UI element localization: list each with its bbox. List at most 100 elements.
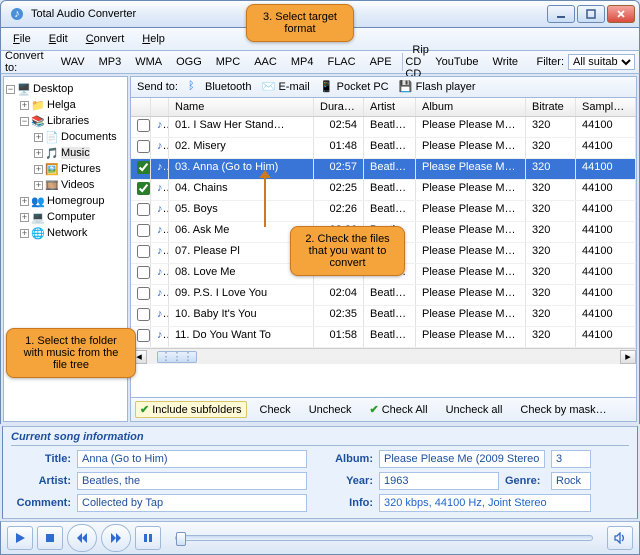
uncheckall-button[interactable]: Uncheck all [441, 402, 508, 418]
info-header: Current song information [11, 431, 629, 446]
libraries-icon: 📚 [31, 114, 45, 128]
table-row[interactable]: 11. Do You Want To01:58Beatles…Please Pl… [131, 327, 636, 348]
sendto-pocketpc[interactable]: 📱Pocket PC [320, 80, 389, 94]
row-checkbox[interactable] [137, 308, 150, 321]
table-row[interactable]: 09. P.S. I Love You02:04Beatles…Please P… [131, 285, 636, 306]
tree-music-node[interactable]: +🎵Music [6, 145, 125, 161]
close-button[interactable] [607, 5, 635, 23]
check-by-mask-button[interactable]: Check by mask… [515, 402, 611, 418]
row-checkbox[interactable] [137, 140, 150, 153]
row-checkbox[interactable] [137, 161, 150, 174]
prev-button[interactable] [67, 524, 97, 552]
checkall-button[interactable]: ✔Check All [364, 401, 432, 418]
list-header: Name Duration Artist Album Bitrate Sampl… [131, 98, 636, 117]
app-icon: ♪ [9, 6, 25, 22]
audio-file-icon [157, 161, 163, 173]
minimize-button[interactable] [547, 5, 575, 23]
callout-1: 1. Select the folder with music from the… [6, 328, 136, 378]
info-year[interactable] [379, 472, 499, 490]
maximize-button[interactable] [577, 5, 605, 23]
audio-file-icon [157, 308, 163, 320]
row-checkbox[interactable] [137, 266, 150, 279]
next-button[interactable] [101, 524, 131, 552]
audio-file-icon [157, 203, 163, 215]
table-row[interactable]: 02. Misery01:48Beatles…Please Please Me … [131, 138, 636, 159]
pause-button[interactable] [135, 526, 161, 550]
info-artist[interactable] [77, 472, 307, 490]
sendto-bar: Send to: ᛒBluetooth ✉️E-mail 📱Pocket PC … [130, 76, 637, 98]
sendto-bluetooth[interactable]: ᛒBluetooth [188, 80, 251, 94]
format-flac[interactable]: FLAC [321, 53, 361, 71]
svg-text:♪: ♪ [14, 8, 20, 20]
info-genre[interactable] [551, 472, 591, 490]
convert-to-label: Convert to: [5, 50, 48, 74]
pocketpc-icon: 📱 [320, 80, 334, 94]
homegroup-icon: 👥 [31, 194, 45, 208]
uncheck-button[interactable]: Uncheck [304, 402, 357, 418]
user-folder-icon: 📁 [31, 98, 45, 112]
row-checkbox[interactable] [137, 329, 150, 342]
documents-icon: 📄 [45, 130, 59, 144]
network-icon: 🌐 [31, 226, 45, 240]
menu-edit[interactable]: Edit [41, 31, 76, 47]
audio-file-icon [157, 182, 163, 194]
format-ape[interactable]: APE [364, 53, 398, 71]
sendto-label: Send to: [137, 81, 178, 93]
row-checkbox[interactable] [137, 287, 150, 300]
format-wav[interactable]: WAV [55, 53, 91, 71]
table-row[interactable]: 05. Boys02:26Beatles…Please Please Me …3… [131, 201, 636, 222]
callout-3: 3. Select target format [246, 4, 354, 42]
callout-2: 2. Check the files that you want to conv… [290, 226, 405, 276]
flash-icon: 💾 [399, 80, 413, 94]
menu-file[interactable]: File [5, 31, 39, 47]
info-album[interactable] [379, 450, 545, 468]
row-checkbox[interactable] [137, 203, 150, 216]
format-mp3[interactable]: MP3 [93, 53, 128, 71]
toolbar-youtube[interactable]: YouTube [429, 53, 484, 71]
email-icon: ✉️ [261, 80, 275, 94]
pictures-icon: 🖼️ [45, 162, 59, 176]
audio-file-icon [157, 266, 163, 278]
music-icon: 🎵 [45, 146, 59, 160]
filter-label: Filter: [537, 56, 565, 68]
table-row[interactable]: 03. Anna (Go to Him)02:57Beatles…Please … [131, 159, 636, 180]
audio-file-icon [157, 224, 163, 236]
desktop-icon: 🖥️ [17, 82, 31, 96]
check-toolbar: ✔Include subfolders Check Uncheck ✔Check… [130, 398, 637, 422]
menu-help[interactable]: Help [134, 31, 173, 47]
info-info[interactable] [379, 494, 591, 512]
table-row[interactable]: 04. Chains02:25Beatles…Please Please Me … [131, 180, 636, 201]
info-title[interactable] [77, 450, 307, 468]
audio-file-icon [157, 140, 163, 152]
menu-convert[interactable]: Convert [78, 31, 133, 47]
table-row[interactable]: 10. Baby It's You02:35Beatles…Please Ple… [131, 306, 636, 327]
format-mpc[interactable]: MPC [210, 53, 246, 71]
volume-button[interactable] [607, 526, 633, 550]
row-checkbox[interactable] [137, 245, 150, 258]
row-checkbox[interactable] [137, 224, 150, 237]
format-aac[interactable]: AAC [248, 53, 283, 71]
check-button[interactable]: Check [255, 402, 296, 418]
format-mp4[interactable]: MP4 [285, 53, 320, 71]
seek-slider[interactable] [175, 535, 593, 541]
info-comment[interactable] [77, 494, 307, 512]
audio-file-icon [157, 245, 163, 257]
bluetooth-icon: ᛒ [188, 80, 202, 94]
include-subfolders-button[interactable]: ✔Include subfolders [135, 401, 247, 418]
format-wma[interactable]: WMA [129, 53, 168, 71]
format-ogg[interactable]: OGG [170, 53, 208, 71]
play-button[interactable] [7, 526, 33, 550]
playback-bar [0, 521, 640, 555]
stop-button[interactable] [37, 526, 63, 550]
horizontal-scrollbar[interactable]: ◂⋮⋮⋮▸ [131, 348, 636, 364]
computer-icon: 💻 [31, 210, 45, 224]
table-row[interactable]: 01. I Saw Her Stand…02:54Beatles…Please … [131, 117, 636, 138]
row-checkbox[interactable] [137, 182, 150, 195]
videos-icon: 🎞️ [45, 178, 59, 192]
info-track[interactable] [551, 450, 591, 468]
sendto-flash[interactable]: 💾Flash player [399, 80, 476, 94]
audio-file-icon [157, 119, 163, 131]
row-checkbox[interactable] [137, 119, 150, 132]
filter-select[interactable]: All suitab [568, 54, 635, 70]
sendto-email[interactable]: ✉️E-mail [261, 80, 309, 94]
